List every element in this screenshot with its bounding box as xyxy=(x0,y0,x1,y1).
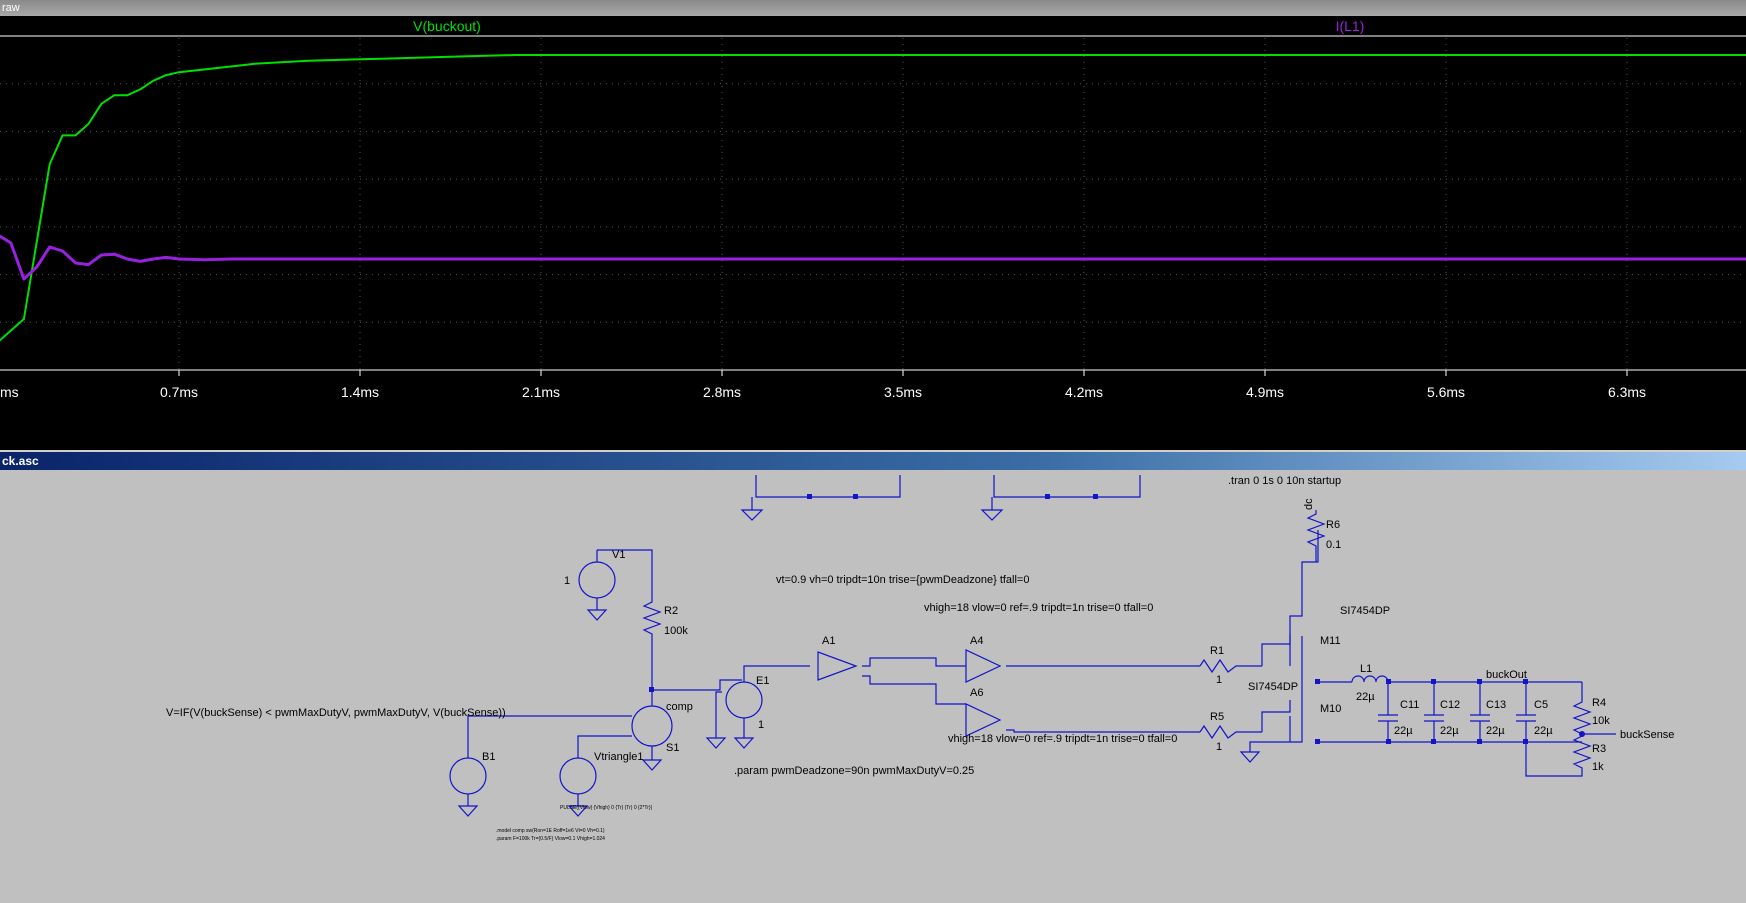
l1-label[interactable]: L1 xyxy=(1360,663,1372,675)
plot-grid xyxy=(0,38,1741,369)
c13-label[interactable]: C13 xyxy=(1486,699,1506,711)
r5-value[interactable]: 1 xyxy=(1216,741,1222,753)
v1-value[interactable]: 1 xyxy=(564,575,570,587)
e1-symbol xyxy=(725,681,763,719)
c13-value[interactable]: 22µ xyxy=(1486,725,1505,737)
r1-value[interactable]: 1 xyxy=(1216,674,1222,686)
r3-label[interactable]: R3 xyxy=(1592,743,1606,755)
a1-symbol xyxy=(817,651,858,681)
l1-symbol xyxy=(1351,675,1389,683)
r5-symbol xyxy=(1199,724,1262,740)
a6-label[interactable]: A6 xyxy=(970,687,983,699)
x-tick-label: 2.8ms xyxy=(703,384,741,400)
x-axis-ticks: ms 0.7ms 1.4ms 2.1ms 2.8ms 3.5ms 4.2ms 4.9ms 5.6… xyxy=(0,370,1646,400)
tran-directive[interactable]: .tran 0 1s 0 10n startup xyxy=(1228,475,1341,487)
a4-symbol xyxy=(965,649,1002,683)
a6-symbol xyxy=(965,703,1002,737)
v1-symbol xyxy=(578,561,616,599)
param-spec[interactable]: .param F=100k Tr={0.5/F} Vlow=0.1 Vhigh=… xyxy=(496,836,605,842)
x-tick-label: 0.7ms xyxy=(160,384,198,400)
schmitt-params[interactable]: vt=0.9 vh=0 tripdt=10n trise={pwmDeadzon… xyxy=(776,574,1029,586)
m10-symbol xyxy=(1261,700,1291,732)
waveform-plot-pane[interactable]: V(buckout) I(L1) ms 0.7ms 1.4ms 2.1ms 2.8ms 3… xyxy=(0,16,1746,450)
r1-label[interactable]: R1 xyxy=(1210,645,1224,657)
e1-value[interactable]: 1 xyxy=(758,719,764,731)
s1-label[interactable]: S1 xyxy=(666,742,679,754)
model-spec[interactable]: .model comp sw(Ron=1E Roff=1e6 Vt=0 Vh=0… xyxy=(496,828,605,834)
bucksense-netlabel[interactable]: buckSense xyxy=(1620,729,1674,741)
inverter-params-a4[interactable]: vhigh=18 vlow=0 ref=.9 tripdt=1n trise=0… xyxy=(924,602,1153,614)
pulse-spec[interactable]: PULSE({Vlow} {Vhigh} 0 {Tr} {Tr} 0 {2*Tr… xyxy=(560,805,653,811)
b1-symbol xyxy=(449,757,487,795)
r2-value[interactable]: 100k xyxy=(664,625,688,637)
c11-value[interactable]: 22µ xyxy=(1394,725,1413,737)
waveform-plot-svg[interactable]: V(buckout) I(L1) ms 0.7ms 1.4ms 2.1ms 2.8ms 3… xyxy=(0,16,1746,450)
c12-label[interactable]: C12 xyxy=(1440,699,1460,711)
v1-label[interactable]: V1 xyxy=(612,549,625,561)
r2-symbol xyxy=(642,598,662,690)
param-directive[interactable]: .param pwmDeadzone=90n pwmMaxDutyV=0.25 xyxy=(734,765,974,777)
dc-label[interactable]: dc xyxy=(1303,498,1315,510)
waveform-window-titlebar: raw xyxy=(0,0,1746,16)
vtriangle-symbol xyxy=(559,757,597,795)
schematic-canvas[interactable]: .tran 0 1s 0 10n startup vt=0.9 vh=0 tri… xyxy=(0,470,1746,898)
r5-label[interactable]: R5 xyxy=(1210,711,1224,723)
l1-value[interactable]: 22µ xyxy=(1356,691,1375,703)
schematic-svg[interactable]: .tran 0 1s 0 10n startup vt=0.9 vh=0 tri… xyxy=(0,470,1746,898)
m10-model[interactable]: SI7454DP xyxy=(1248,681,1298,693)
x-tick-label: 2.1ms xyxy=(522,384,560,400)
comp-label[interactable]: comp xyxy=(666,701,693,713)
trace-label-il1[interactable]: I(L1) xyxy=(1336,18,1365,34)
a1-label[interactable]: A1 xyxy=(822,635,835,647)
schematic-window-title: ck.asc xyxy=(2,454,39,468)
c5-value[interactable]: 22µ xyxy=(1534,725,1553,737)
x-tick-label: 5.6ms xyxy=(1427,384,1465,400)
b1-label[interactable]: B1 xyxy=(482,751,495,763)
plot-traces xyxy=(0,54,1746,342)
r6-label[interactable]: R6 xyxy=(1326,519,1340,531)
r1-symbol xyxy=(1199,658,1262,674)
c11-label[interactable]: C11 xyxy=(1400,699,1419,711)
x-tick-label: 3.5ms xyxy=(884,384,922,400)
x-tick-label: 4.9ms xyxy=(1246,384,1284,400)
buckout-netlabel[interactable]: buckOut xyxy=(1486,669,1527,681)
vtriangle-label[interactable]: Vtriangle1 xyxy=(594,751,644,763)
r4-label[interactable]: R4 xyxy=(1592,697,1606,709)
x-tick-label: 4.2ms xyxy=(1065,384,1103,400)
m11-label[interactable]: M11 xyxy=(1320,635,1341,647)
c12-value[interactable]: 22µ xyxy=(1440,725,1459,737)
schematic-wires xyxy=(449,475,1616,817)
bsource-expression[interactable]: V=IF(V(buckSense) < pwmMaxDutyV, pwmMaxD… xyxy=(166,707,506,719)
x-tick-label: 1.4ms xyxy=(341,384,379,400)
r6-symbol xyxy=(1306,510,1326,562)
m11-model[interactable]: SI7454DP xyxy=(1340,605,1390,617)
r6-value[interactable]: 0.1 xyxy=(1326,539,1341,551)
r2-label[interactable]: R2 xyxy=(664,605,678,617)
trace-vbuckout xyxy=(0,54,1746,342)
inverter-params-a6[interactable]: vhigh=18 vlow=0 ref=.9 tripdt=1n trise=0… xyxy=(948,733,1177,745)
c5-label[interactable]: C5 xyxy=(1534,699,1548,711)
m10-label[interactable]: M10 xyxy=(1320,703,1341,715)
e1-label[interactable]: E1 xyxy=(756,675,769,687)
r3-value[interactable]: 1k xyxy=(1592,761,1604,773)
x-tick-label: 6.3ms xyxy=(1608,384,1646,400)
x-tick-label: ms xyxy=(0,384,19,400)
a4-label[interactable]: A4 xyxy=(970,635,983,647)
trace-label-vbuckout[interactable]: V(buckout) xyxy=(413,18,481,34)
waveform-window-title: raw xyxy=(2,2,20,14)
schematic-window-titlebar: ck.asc xyxy=(0,452,1746,470)
r4-value[interactable]: 10k xyxy=(1592,715,1610,727)
trace-il1 xyxy=(0,234,1746,281)
